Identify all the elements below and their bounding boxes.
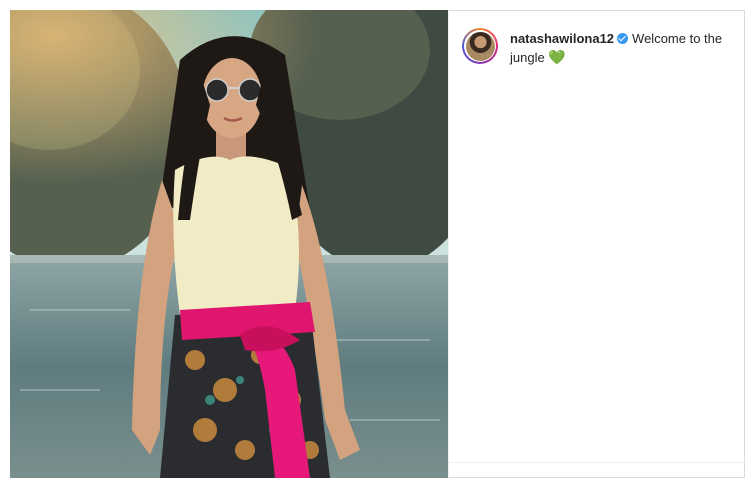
avatar-image: [465, 31, 495, 61]
sidebar-bottom-border: [448, 462, 745, 463]
avatar-border: [464, 30, 496, 62]
photo-illustration: [10, 10, 448, 478]
post-sidebar: natashawilona12 Welcome to the jungle 💚: [448, 10, 745, 478]
verified-badge-icon: [617, 33, 629, 44]
post-caption: natashawilona12 Welcome to the jungle 💚: [510, 30, 735, 67]
username-link[interactable]: natashawilona12: [510, 31, 614, 46]
post-photo[interactable]: [10, 10, 448, 478]
profile-avatar[interactable]: [462, 28, 498, 64]
green-heart-emoji: 💚: [548, 49, 566, 65]
caption-row: natashawilona12 Welcome to the jungle 💚: [462, 28, 735, 67]
